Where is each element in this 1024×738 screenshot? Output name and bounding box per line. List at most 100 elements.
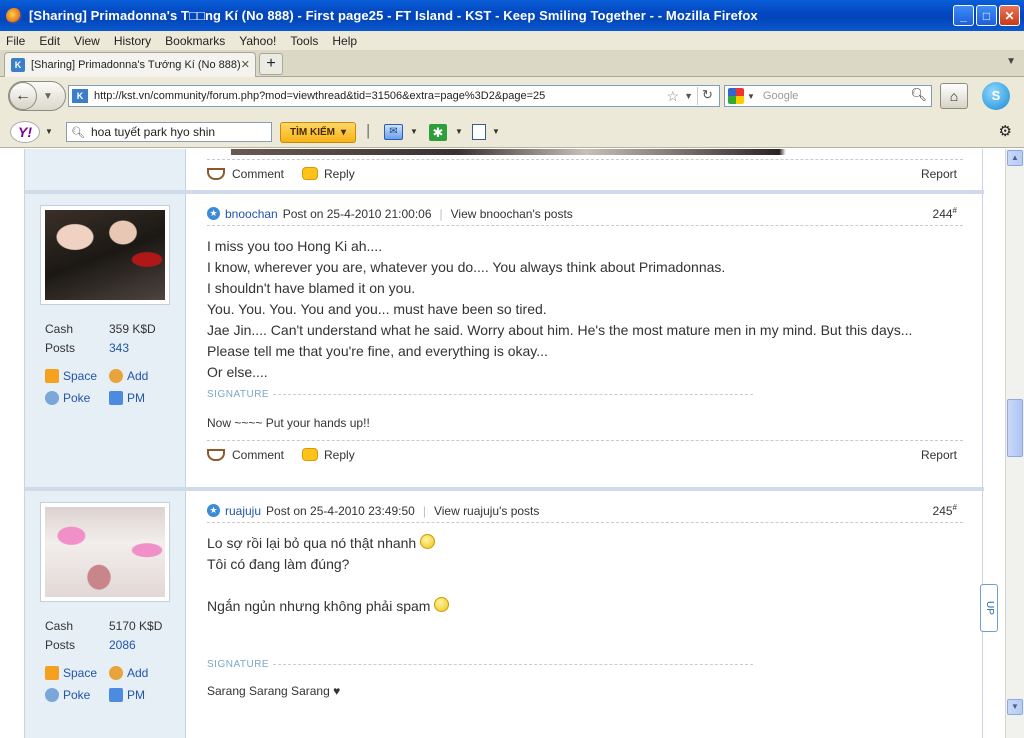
address-bar[interactable]: K http://kst.vn/community/forum.php?mod=… xyxy=(68,85,720,107)
comment-icon xyxy=(207,448,225,461)
post-floor-number[interactable]: 244# xyxy=(933,206,957,221)
close-button[interactable]: ✕ xyxy=(999,5,1020,26)
view-author-posts-link[interactable]: View bnoochan's posts xyxy=(451,207,573,221)
post-message: I miss you too Hong Ki ah.... I know, wh… xyxy=(207,226,963,383)
reply-label: Reply xyxy=(324,447,355,462)
mail-dropdown-icon[interactable]: ▼ xyxy=(410,127,418,136)
yahoo-search-button[interactable]: TÌM KIẾM ▾ xyxy=(280,122,356,143)
pm-link[interactable]: PM xyxy=(109,391,173,405)
tab-forum-thread[interactable]: K [Sharing] Primadonna's Tướng Kí (No 88… xyxy=(4,52,256,77)
envelope-icon xyxy=(109,688,123,702)
back-to-top-widget[interactable]: UP xyxy=(980,584,998,632)
yahoo-search-icon: 🔍︎ xyxy=(71,126,85,139)
menu-bookmarks[interactable]: Bookmarks xyxy=(165,34,225,48)
posts-value[interactable]: 2086 xyxy=(109,638,136,657)
reload-icon[interactable]: ↻ xyxy=(697,87,717,105)
pm-link[interactable]: PM xyxy=(109,688,173,702)
scroll-down-icon[interactable]: ▼ xyxy=(1007,699,1023,715)
posts-label: Posts xyxy=(45,638,76,652)
menu-history[interactable]: History xyxy=(114,34,151,48)
home-icon xyxy=(45,666,59,680)
tab-label: [Sharing] Primadonna's Tướng Kí (No 888)… xyxy=(31,59,241,71)
yahoo-search-input[interactable]: 🔍︎ hoa tuyết park hyo shin xyxy=(66,122,272,142)
history-dropdown-icon[interactable]: ▼ xyxy=(43,91,53,102)
tab-close-icon[interactable]: ✕ xyxy=(241,58,250,71)
engine-dropdown-icon[interactable]: ▼ xyxy=(747,92,755,101)
comment-label: Comment xyxy=(232,447,285,462)
avatar[interactable] xyxy=(41,206,169,304)
games-icon[interactable]: ✱ xyxy=(429,124,447,141)
comment-button[interactable]: Comment xyxy=(207,448,284,462)
scroll-thumb[interactable] xyxy=(1007,399,1023,457)
tab-list-arrow-icon[interactable]: ▼ xyxy=(1006,56,1016,67)
avatar[interactable] xyxy=(41,503,169,601)
signature-label: SIGNATURE xyxy=(207,389,270,400)
post-floor-number[interactable]: 245# xyxy=(933,503,957,518)
notepad-icon[interactable] xyxy=(472,124,486,140)
yahoo-menu-dropdown-icon[interactable]: ▼ xyxy=(45,127,53,136)
menu-yahoo[interactable]: Yahoo! xyxy=(239,34,276,48)
posts-value[interactable]: 343 xyxy=(109,341,129,360)
divider: | xyxy=(439,206,443,221)
view-author-posts-link[interactable]: View ruajuju's posts xyxy=(434,504,539,518)
back-forward-group: ← ▼ xyxy=(8,81,66,111)
minimize-button[interactable]: _ xyxy=(953,5,974,26)
mail-icon[interactable]: ✉ xyxy=(384,124,403,140)
menu-edit[interactable]: Edit xyxy=(39,34,60,48)
menu-file[interactable]: File xyxy=(6,34,25,48)
skype-icon[interactable]: S xyxy=(982,82,1010,110)
menu-tools[interactable]: Tools xyxy=(290,34,318,48)
poke-label: Poke xyxy=(63,688,91,702)
url-dropdown-icon[interactable]: ▼ xyxy=(684,91,693,101)
menu-view[interactable]: View xyxy=(74,34,100,48)
scroll-up-icon[interactable]: ▲ xyxy=(1007,150,1023,166)
gear-icon[interactable]: ⚙ xyxy=(999,122,1012,140)
space-label: Space xyxy=(63,369,98,383)
yahoo-search-value[interactable]: hoa tuyết park hyo shin xyxy=(91,125,215,139)
vertical-scrollbar[interactable]: ▲ ▼ xyxy=(1005,149,1024,738)
search-placeholder[interactable]: Google xyxy=(763,90,798,102)
comment-button[interactable]: Comment xyxy=(207,167,284,181)
menu-help[interactable]: Help xyxy=(332,34,357,48)
signature-divider: SIGNATURE xyxy=(207,389,963,400)
tab-bar: K [Sharing] Primadonna's Tướng Kí (No 88… xyxy=(0,50,1024,77)
notepad-dropdown-icon[interactable]: ▼ xyxy=(492,127,500,136)
add-friend-link[interactable]: Add xyxy=(109,369,173,383)
new-tab-button[interactable]: + xyxy=(259,53,283,75)
report-button[interactable]: Report xyxy=(921,448,957,462)
back-button[interactable]: ← xyxy=(9,82,37,110)
report-button[interactable]: Report xyxy=(921,167,957,181)
yahoo-toolbar: Y! ▼ 🔍︎ hoa tuyết park hyo shin TÌM KIẾM… xyxy=(0,115,1024,148)
space-link[interactable]: Space xyxy=(45,666,109,680)
space-label: Space xyxy=(63,666,98,680)
page-viewport: Comment Reply Report Cash 359 K$D Posts xyxy=(0,149,1005,738)
google-engine-icon[interactable] xyxy=(728,88,744,104)
post-time: Post on 25-4-2010 23:49:50 xyxy=(266,503,415,518)
navigation-bar: ← ▼ K http://kst.vn/community/forum.php?… xyxy=(0,77,1024,115)
cash-label: Cash xyxy=(45,619,74,633)
title-bar: [Sharing] Primadonna's T□□ng Kí (No 888)… xyxy=(0,0,1024,31)
search-icon[interactable]: 🔍︎ xyxy=(910,87,927,103)
post-time: Post on 25-4-2010 21:00:06 xyxy=(282,206,432,221)
window-controls: _ □ ✕ xyxy=(953,5,1020,26)
reply-button[interactable]: Reply xyxy=(302,167,355,181)
poke-link[interactable]: Poke xyxy=(45,391,109,405)
home-icon xyxy=(45,369,59,383)
author-name[interactable]: ruajuju xyxy=(225,504,261,518)
poke-link[interactable]: Poke xyxy=(45,688,109,702)
author-name[interactable]: bnoochan xyxy=(225,207,278,221)
games-dropdown-icon[interactable]: ▼ xyxy=(455,127,463,136)
maximize-button[interactable]: □ xyxy=(976,5,997,26)
web-search-box[interactable]: ▼ Google 🔍︎ xyxy=(724,85,932,107)
url-text[interactable]: http://kst.vn/community/forum.php?mod=vi… xyxy=(94,90,545,102)
yahoo-logo[interactable]: Y! xyxy=(10,121,40,143)
bookmark-star-icon[interactable]: ☆ xyxy=(666,88,679,105)
signature-divider: SIGNATURE xyxy=(207,659,963,670)
reply-button[interactable]: Reply xyxy=(302,448,355,462)
space-link[interactable]: Space xyxy=(45,369,109,383)
signature-text: Now ~~~~ Put your hands up!! xyxy=(207,416,370,430)
add-friend-link[interactable]: Add xyxy=(109,666,173,680)
home-button[interactable]: ⌂ xyxy=(940,83,968,109)
message-line: I miss you too Hong Ki ah.... xyxy=(207,238,383,254)
author-links: Space Add Poke PM xyxy=(45,662,173,706)
